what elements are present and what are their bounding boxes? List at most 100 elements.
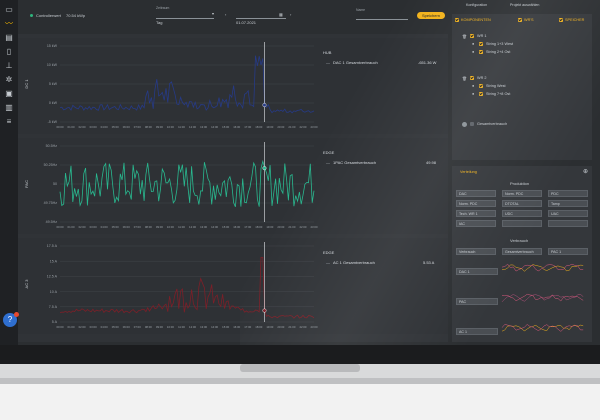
layers-icon[interactable]: ▣ — [4, 90, 14, 98]
panel-info-label: 1PAC Gesamtverbrauch — [333, 160, 377, 165]
producer-option[interactable]: DTOTAL — [502, 200, 542, 207]
y-tick-label: 10 A — [50, 290, 58, 294]
cursor-dot — [262, 103, 267, 108]
panel-info-title: HUB — [323, 50, 332, 55]
chart-dc[interactable]: 15 kW 10 kW 5 kW 0 kW -5 kW DC 1 00:00 01:00 02:… — [18, 38, 318, 134]
controller-value: 70.54 kWp — [66, 13, 86, 18]
laptop-base — [0, 345, 600, 420]
producer-option[interactable] — [548, 220, 588, 227]
series-legend-marker: — — [326, 60, 330, 65]
chart-ac3[interactable]: 17.5 A 15 A 12.5 A 10 A 7.5 A 5 A AC 3 00:00 01:… — [18, 238, 318, 334]
x-tick-label: 11:00 — [178, 125, 185, 129]
y-tick-label: 0 kW — [49, 101, 58, 105]
x-tick-label: 20:00 — [277, 125, 284, 129]
producer-option[interactable]: Norm. PDC — [456, 200, 496, 207]
chart-ac[interactable]: 50.5Hz 50.25Hz 50 49.75Hz 49.5Hz PAC 00:00 01:0… — [18, 138, 318, 234]
help-button[interactable]: ? — [3, 312, 19, 327]
producer-option[interactable]: DAC — [456, 190, 496, 197]
wrs-checkbox[interactable] — [518, 18, 522, 22]
string1-checkbox[interactable] — [479, 42, 483, 46]
producer-option[interactable] — [502, 220, 542, 227]
y-tick-label: -5 kW — [48, 120, 58, 124]
mini-series — [501, 264, 584, 272]
consumer-option[interactable]: Verbrauch — [456, 248, 496, 255]
panel-info-value: 5.53 A — [423, 260, 435, 265]
string4-checkbox[interactable] — [479, 92, 483, 96]
gear-icon[interactable]: ✲ — [4, 76, 14, 84]
x-tick-label: 15:00 — [222, 225, 229, 229]
tree-node-wr1[interactable]: WR 1 — [477, 34, 487, 38]
list-icon[interactable]: ▥ — [4, 104, 14, 112]
tree-leaf[interactable]: String 1+3 West — [486, 42, 513, 46]
notification-badge — [14, 312, 19, 317]
components-checkbox[interactable] — [455, 18, 459, 22]
producer-option[interactable]: UDC — [502, 210, 542, 217]
string2-checkbox[interactable] — [479, 50, 483, 54]
y-tick-label: 5 A — [52, 320, 58, 324]
document-icon[interactable]: ▯ — [4, 48, 14, 56]
next-date-icon[interactable]: › — [290, 12, 291, 17]
y-tick-label: 50.25Hz — [44, 163, 58, 167]
period-select[interactable]: Tag ▾ — [156, 11, 214, 25]
total-consumption-label[interactable]: Gesamtverbrauch — [477, 122, 507, 126]
series-legend-marker: — — [326, 160, 330, 165]
producer-option[interactable]: Tamp — [548, 200, 588, 207]
tree-leaf[interactable]: String West — [486, 84, 506, 88]
x-tick-label: 16:00 — [233, 325, 240, 329]
calendar-icon[interactable]: ▦ — [279, 12, 283, 17]
controller-status-icon — [30, 14, 33, 17]
menu-icon[interactable]: ≡ — [4, 118, 14, 126]
tree-leaf[interactable]: String 2+4 Ost — [486, 50, 510, 54]
consumer-option[interactable]: PAC 1 — [548, 248, 588, 255]
speicher-checkbox[interactable] — [559, 18, 563, 22]
panel-info-label: DAC 1 Gesamtverbrauch — [333, 60, 378, 65]
series-line — [59, 55, 315, 114]
producer-option[interactable]: PDC — [548, 190, 588, 197]
x-tick-label: 22:00 — [299, 325, 306, 329]
x-tick-label: 13:00 — [200, 125, 207, 129]
bulb-icon: ● — [472, 84, 475, 88]
tree-node-wr2[interactable]: WR 2 — [477, 76, 487, 80]
mini-chart — [501, 263, 584, 272]
producer-option[interactable]: IAC — [456, 220, 496, 227]
bulb-icon: ● — [472, 50, 475, 54]
x-tick-label: 11:00 — [178, 225, 185, 229]
tree-leaf[interactable]: String 7+8 Ost — [486, 92, 510, 96]
producer-option[interactable]: Tech. WR 1 — [456, 210, 496, 217]
x-tick-label: 15:00 — [222, 325, 229, 329]
x-tick-label: 04:00 — [101, 325, 108, 329]
x-tick-label: 04:00 — [101, 125, 108, 129]
x-tick-label: 14:00 — [211, 225, 218, 229]
x-tick-label: 02:00 — [79, 225, 86, 229]
chart-icon[interactable]: 〰 — [4, 20, 14, 28]
trash-icon[interactable]: 🗑 — [462, 34, 467, 39]
x-tick-label: 01:00 — [68, 325, 75, 329]
name-input[interactable] — [356, 12, 408, 20]
save-button[interactable]: Speichern — [417, 12, 445, 19]
x-tick-label: 23:00 — [311, 225, 318, 229]
tab-project[interactable]: Projekt auswählen — [510, 3, 539, 7]
y-axis-label: PAC — [24, 180, 29, 188]
plug-icon[interactable]: ⊥ — [4, 62, 14, 70]
x-tick-label: 05:00 — [112, 225, 119, 229]
wr2-checkbox[interactable] — [470, 76, 474, 80]
pages-icon[interactable]: ▤ — [4, 34, 14, 42]
x-tick-label: 12:00 — [189, 225, 196, 229]
tab-config[interactable]: Konfiguration — [466, 3, 487, 7]
string3-checkbox[interactable] — [479, 84, 483, 88]
trash-icon[interactable]: 🗑 — [462, 76, 467, 81]
wrs-filter-label: WR'S — [524, 18, 534, 22]
total-checkbox[interactable] — [470, 122, 474, 126]
cursor-dot — [262, 166, 267, 171]
total-toggle-icon[interactable] — [462, 122, 467, 127]
producer-option[interactable]: Norm. PDC — [502, 190, 542, 197]
x-tick-label: 00:00 — [57, 225, 64, 229]
wr1-checkbox[interactable] — [470, 34, 474, 38]
panel-info-value: 49.98 — [426, 160, 437, 165]
consumer-option[interactable]: Gesamtverbrauch — [502, 248, 542, 255]
dashboard-icon[interactable]: ▭ — [4, 6, 14, 14]
prev-date-icon[interactable]: ‹ — [225, 12, 226, 17]
x-tick-label: 10:00 — [167, 225, 174, 229]
producer-option[interactable]: UAC — [548, 210, 588, 217]
mini-chart — [501, 324, 584, 332]
